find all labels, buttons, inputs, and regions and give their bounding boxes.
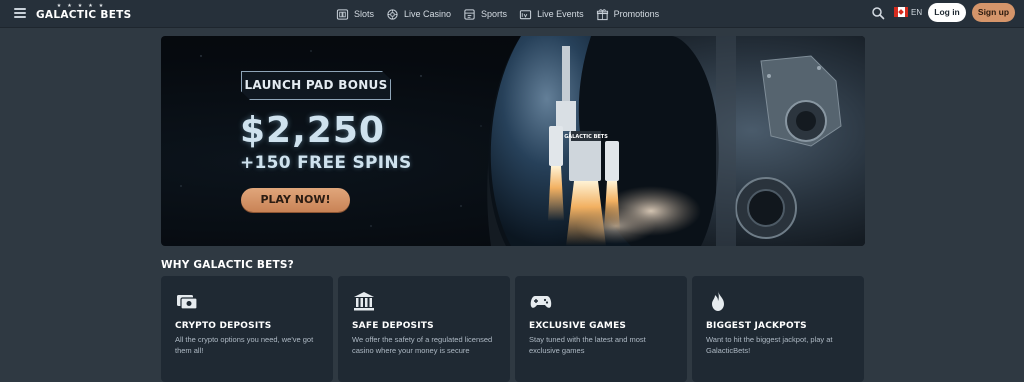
svg-text:GALACTIC BETS: GALACTIC BETS <box>564 134 608 140</box>
language-label: EN <box>911 7 923 17</box>
feature-card-games: EXCLUSIVE GAMES Stay tuned with the late… <box>515 276 687 382</box>
nav-item-slots[interactable]: Slots <box>336 8 374 21</box>
card-title: SAFE DEPOSITS <box>352 321 434 331</box>
nav-label-sports: Sports <box>481 9 508 19</box>
signup-button[interactable]: Sign up <box>972 3 1015 22</box>
nav-item-live-casino[interactable]: Live Casino <box>386 8 451 21</box>
feature-card-jackpots: BIGGEST JACKPOTS Want to hit the biggest… <box>692 276 864 382</box>
nav-item-sports[interactable]: Sports <box>463 8 507 21</box>
language-selector[interactable]: EN <box>894 7 922 17</box>
promotions-icon <box>596 8 608 20</box>
live-casino-icon <box>387 8 398 20</box>
logo[interactable]: ★★★★★ GALACTIC BETS <box>36 3 132 25</box>
hamburger-menu-icon[interactable] <box>14 8 26 18</box>
hero-banner[interactable]: GALACTIC BETS LAUNCH PAD BONUS $2,250 +1… <box>161 36 865 246</box>
nav-label-promotions: Promotions <box>613 9 660 19</box>
gamepad-icon <box>530 296 552 308</box>
card-title: BIGGEST JACKPOTS <box>706 321 807 331</box>
search-icon[interactable] <box>871 6 885 20</box>
section-title: WHY GALACTIC BETS? <box>161 259 294 271</box>
bonus-badge-label: LAUNCH PAD BONUS <box>244 78 388 92</box>
login-button[interactable]: Log in <box>928 3 966 22</box>
play-now-button[interactable]: PLAY NOW! <box>241 188 350 212</box>
feature-card-crypto: CRYPTO DEPOSITS All the crypto options y… <box>161 276 333 382</box>
card-description: Want to hit the biggest jackpot, play at… <box>706 335 833 355</box>
flame-icon <box>712 291 724 311</box>
free-spins-text: +150 FREE SPINS <box>240 153 412 173</box>
crypto-icon <box>177 295 198 310</box>
feature-card-safe: SAFE DEPOSITS We offer the safety of a r… <box>338 276 510 382</box>
bank-icon <box>354 292 374 311</box>
card-description: We offer the safety of a regulated licen… <box>352 335 493 355</box>
top-navigation-bar: ★★★★★ GALACTIC BETS Slots Live Casino Sp… <box>0 0 1024 28</box>
nav-label-slots: Slots <box>354 9 375 19</box>
card-title: EXCLUSIVE GAMES <box>529 321 627 331</box>
card-description: All the crypto options you need, we've g… <box>175 335 314 355</box>
card-title: CRYPTO DEPOSITS <box>175 321 272 331</box>
live-events-icon <box>519 9 532 19</box>
card-description: Stay tuned with the latest and most excl… <box>529 335 646 355</box>
slots-icon <box>336 8 349 20</box>
bonus-amount: $2,250 <box>240 110 385 151</box>
nav-label-live-events: Live Events <box>537 9 584 19</box>
logo-text: GALACTIC BETS <box>36 9 132 21</box>
nav-label-live-casino: Live Casino <box>404 9 452 19</box>
nav-item-promotions[interactable]: Promotions <box>596 8 660 21</box>
nav-item-live-events[interactable]: Live Events <box>519 8 584 21</box>
sports-icon <box>464 8 475 20</box>
canada-flag-icon <box>894 7 908 17</box>
main-nav: Slots Live Casino Sports Live Events Pro… <box>336 0 671 28</box>
